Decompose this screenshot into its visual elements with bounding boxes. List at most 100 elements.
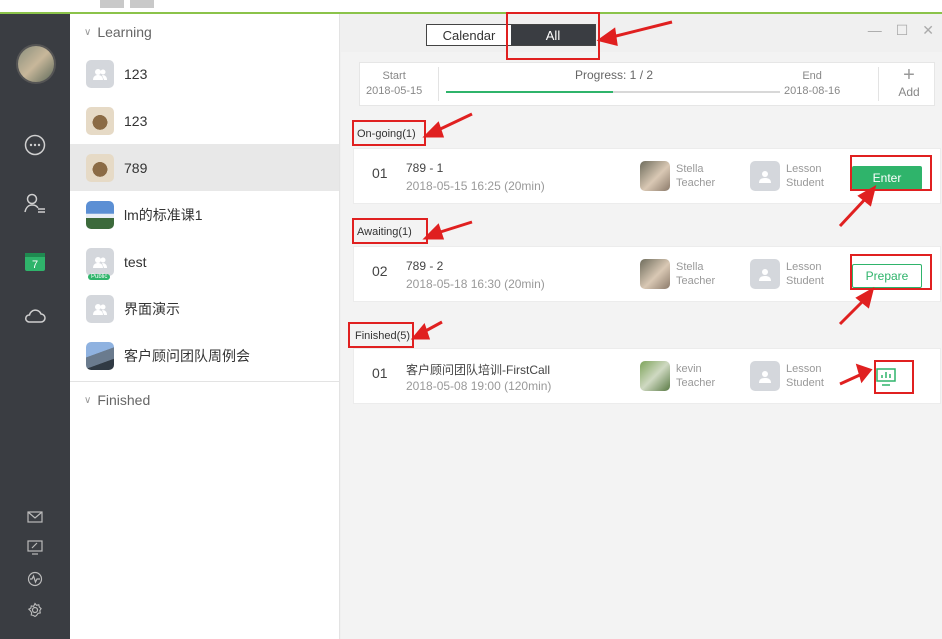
minimize-button[interactable]: —	[868, 22, 882, 39]
start-date: 2018-05-15	[366, 85, 423, 97]
add-label: Add	[898, 85, 920, 99]
course-name: 界面演示	[124, 300, 180, 317]
course-name: 789	[124, 159, 148, 176]
bear-icon	[86, 153, 114, 182]
landscape-icon	[86, 200, 114, 229]
svg-text:7: 7	[32, 259, 38, 271]
cloud-icon[interactable]	[22, 302, 48, 328]
teacher-name: Stella	[676, 261, 704, 273]
end-block: End 2018-08-16	[784, 69, 840, 99]
course-name: test	[124, 253, 147, 270]
title-strip	[0, 0, 942, 14]
lesson-title: 789 - 2	[406, 259, 444, 273]
maximize-button[interactable]: ☐	[896, 22, 909, 39]
separator	[438, 67, 439, 101]
course-name: 123	[124, 65, 148, 82]
road-icon	[86, 341, 114, 370]
student-info: Lesson Student	[750, 161, 824, 191]
course-item-selected[interactable]: 789	[70, 144, 339, 191]
title-strip-mark	[130, 0, 154, 8]
course-item[interactable]: Public test	[70, 238, 339, 285]
title-strip-mark	[100, 0, 124, 8]
learning-group-header[interactable]: ∨ Learning	[70, 14, 339, 50]
view-toggle: Calendar All	[426, 24, 596, 46]
chevron-down-icon: ∨	[84, 394, 92, 406]
course-name: lm的标准课1	[124, 206, 203, 223]
end-date: 2018-08-16	[784, 85, 841, 97]
student-name: Lesson	[786, 363, 822, 375]
progress-track	[446, 91, 780, 93]
course-item[interactable]: 123	[70, 97, 339, 144]
lesson-title: 客户顾问团队培训-FirstCall	[406, 363, 550, 377]
start-label: Start	[382, 70, 406, 82]
teacher-avatar	[640, 361, 670, 391]
lesson-card[interactable]: 02 789 - 2 2018-05-18 16:30 (20min) Stel…	[353, 246, 941, 302]
chevron-down-icon: ∨	[84, 26, 92, 38]
student-avatar	[750, 259, 780, 289]
lesson-time: 2018-05-18 16:30 (20min)	[406, 277, 545, 291]
student-avatar	[750, 161, 780, 191]
finished-group-header[interactable]: ∨ Finished	[70, 382, 339, 418]
student-info: Lesson Student	[750, 361, 824, 391]
user-avatar[interactable]	[16, 44, 56, 84]
lesson-title: 789 - 1	[406, 161, 444, 175]
course-item[interactable]: lm的标准课1	[70, 191, 339, 238]
activity-icon[interactable]	[25, 569, 45, 589]
public-badge: Public	[88, 273, 111, 280]
mail-icon[interactable]	[25, 507, 45, 527]
arrow-head	[596, 27, 618, 46]
progress-fill	[446, 91, 613, 93]
student-name: Lesson	[786, 163, 822, 175]
lesson-number: 01	[372, 165, 388, 181]
teacher-role: Teacher	[676, 275, 716, 287]
course-sidebar: ∨ Learning 123 123 789 lm的标准课1 Public te…	[70, 14, 340, 639]
student-role: Student	[786, 377, 824, 389]
teacher-avatar	[640, 161, 670, 191]
teacher-role: Teacher	[676, 177, 716, 189]
teacher-info: Stella Teacher	[640, 161, 715, 191]
course-item[interactable]: 客户顾问团队周例会	[70, 332, 339, 379]
learning-header-label: Learning	[97, 24, 152, 40]
progress-label: Progress: 1 / 2	[575, 68, 654, 82]
people-icon: Public	[86, 247, 114, 280]
chat-icon[interactable]	[22, 132, 48, 158]
teacher-info: Stella Teacher	[640, 259, 715, 289]
course-item[interactable]: 界面演示	[70, 285, 339, 332]
lesson-card[interactable]: 01 客户顾问团队培训-FirstCall 2018-05-08 19:00 (…	[353, 348, 941, 404]
settings-icon[interactable]	[25, 600, 45, 620]
lesson-card[interactable]: 01 789 - 1 2018-05-15 16:25 (20min) Stel…	[353, 148, 941, 204]
tab-all[interactable]: All	[511, 25, 595, 45]
end-label: End	[802, 70, 822, 82]
teacher-name: kevin	[676, 363, 702, 375]
section-ongoing: On-going(1)	[357, 128, 416, 140]
student-role: Student	[786, 177, 824, 189]
course-name: 客户顾问团队周例会	[124, 347, 250, 364]
section-finished: Finished(5)	[355, 330, 411, 342]
main-panel: Start 2018-05-15 Progress: 1 / 2 End 201…	[341, 52, 942, 639]
student-name: Lesson	[786, 261, 822, 273]
finished-header-label: Finished	[97, 392, 151, 408]
course-item[interactable]: 123	[70, 50, 339, 97]
close-button[interactable]: ✕	[922, 22, 934, 39]
calendar-icon[interactable]: 7	[22, 248, 48, 274]
tab-calendar[interactable]: Calendar	[427, 25, 511, 45]
teacher-avatar	[640, 259, 670, 289]
course-name: 123	[124, 112, 148, 129]
lesson-time: 2018-05-08 19:00 (120min)	[406, 379, 552, 393]
section-awaiting: Awaiting(1)	[357, 226, 412, 238]
add-button[interactable]: + Add	[884, 65, 934, 99]
whiteboard-icon[interactable]	[25, 537, 45, 557]
separator	[878, 67, 879, 101]
student-avatar	[750, 361, 780, 391]
window-controls: — ☐ ✕	[868, 22, 934, 39]
report-icon[interactable]	[874, 365, 898, 389]
teacher-name: Stella	[676, 163, 704, 175]
people-icon	[86, 294, 114, 323]
enter-button[interactable]: Enter	[852, 166, 922, 190]
teacher-role: Teacher	[676, 377, 716, 389]
student-info: Lesson Student	[750, 259, 824, 289]
lesson-number: 01	[372, 365, 388, 381]
prepare-button[interactable]: Prepare	[852, 264, 922, 288]
lesson-time: 2018-05-15 16:25 (20min)	[406, 179, 545, 193]
contacts-icon[interactable]	[22, 190, 48, 216]
